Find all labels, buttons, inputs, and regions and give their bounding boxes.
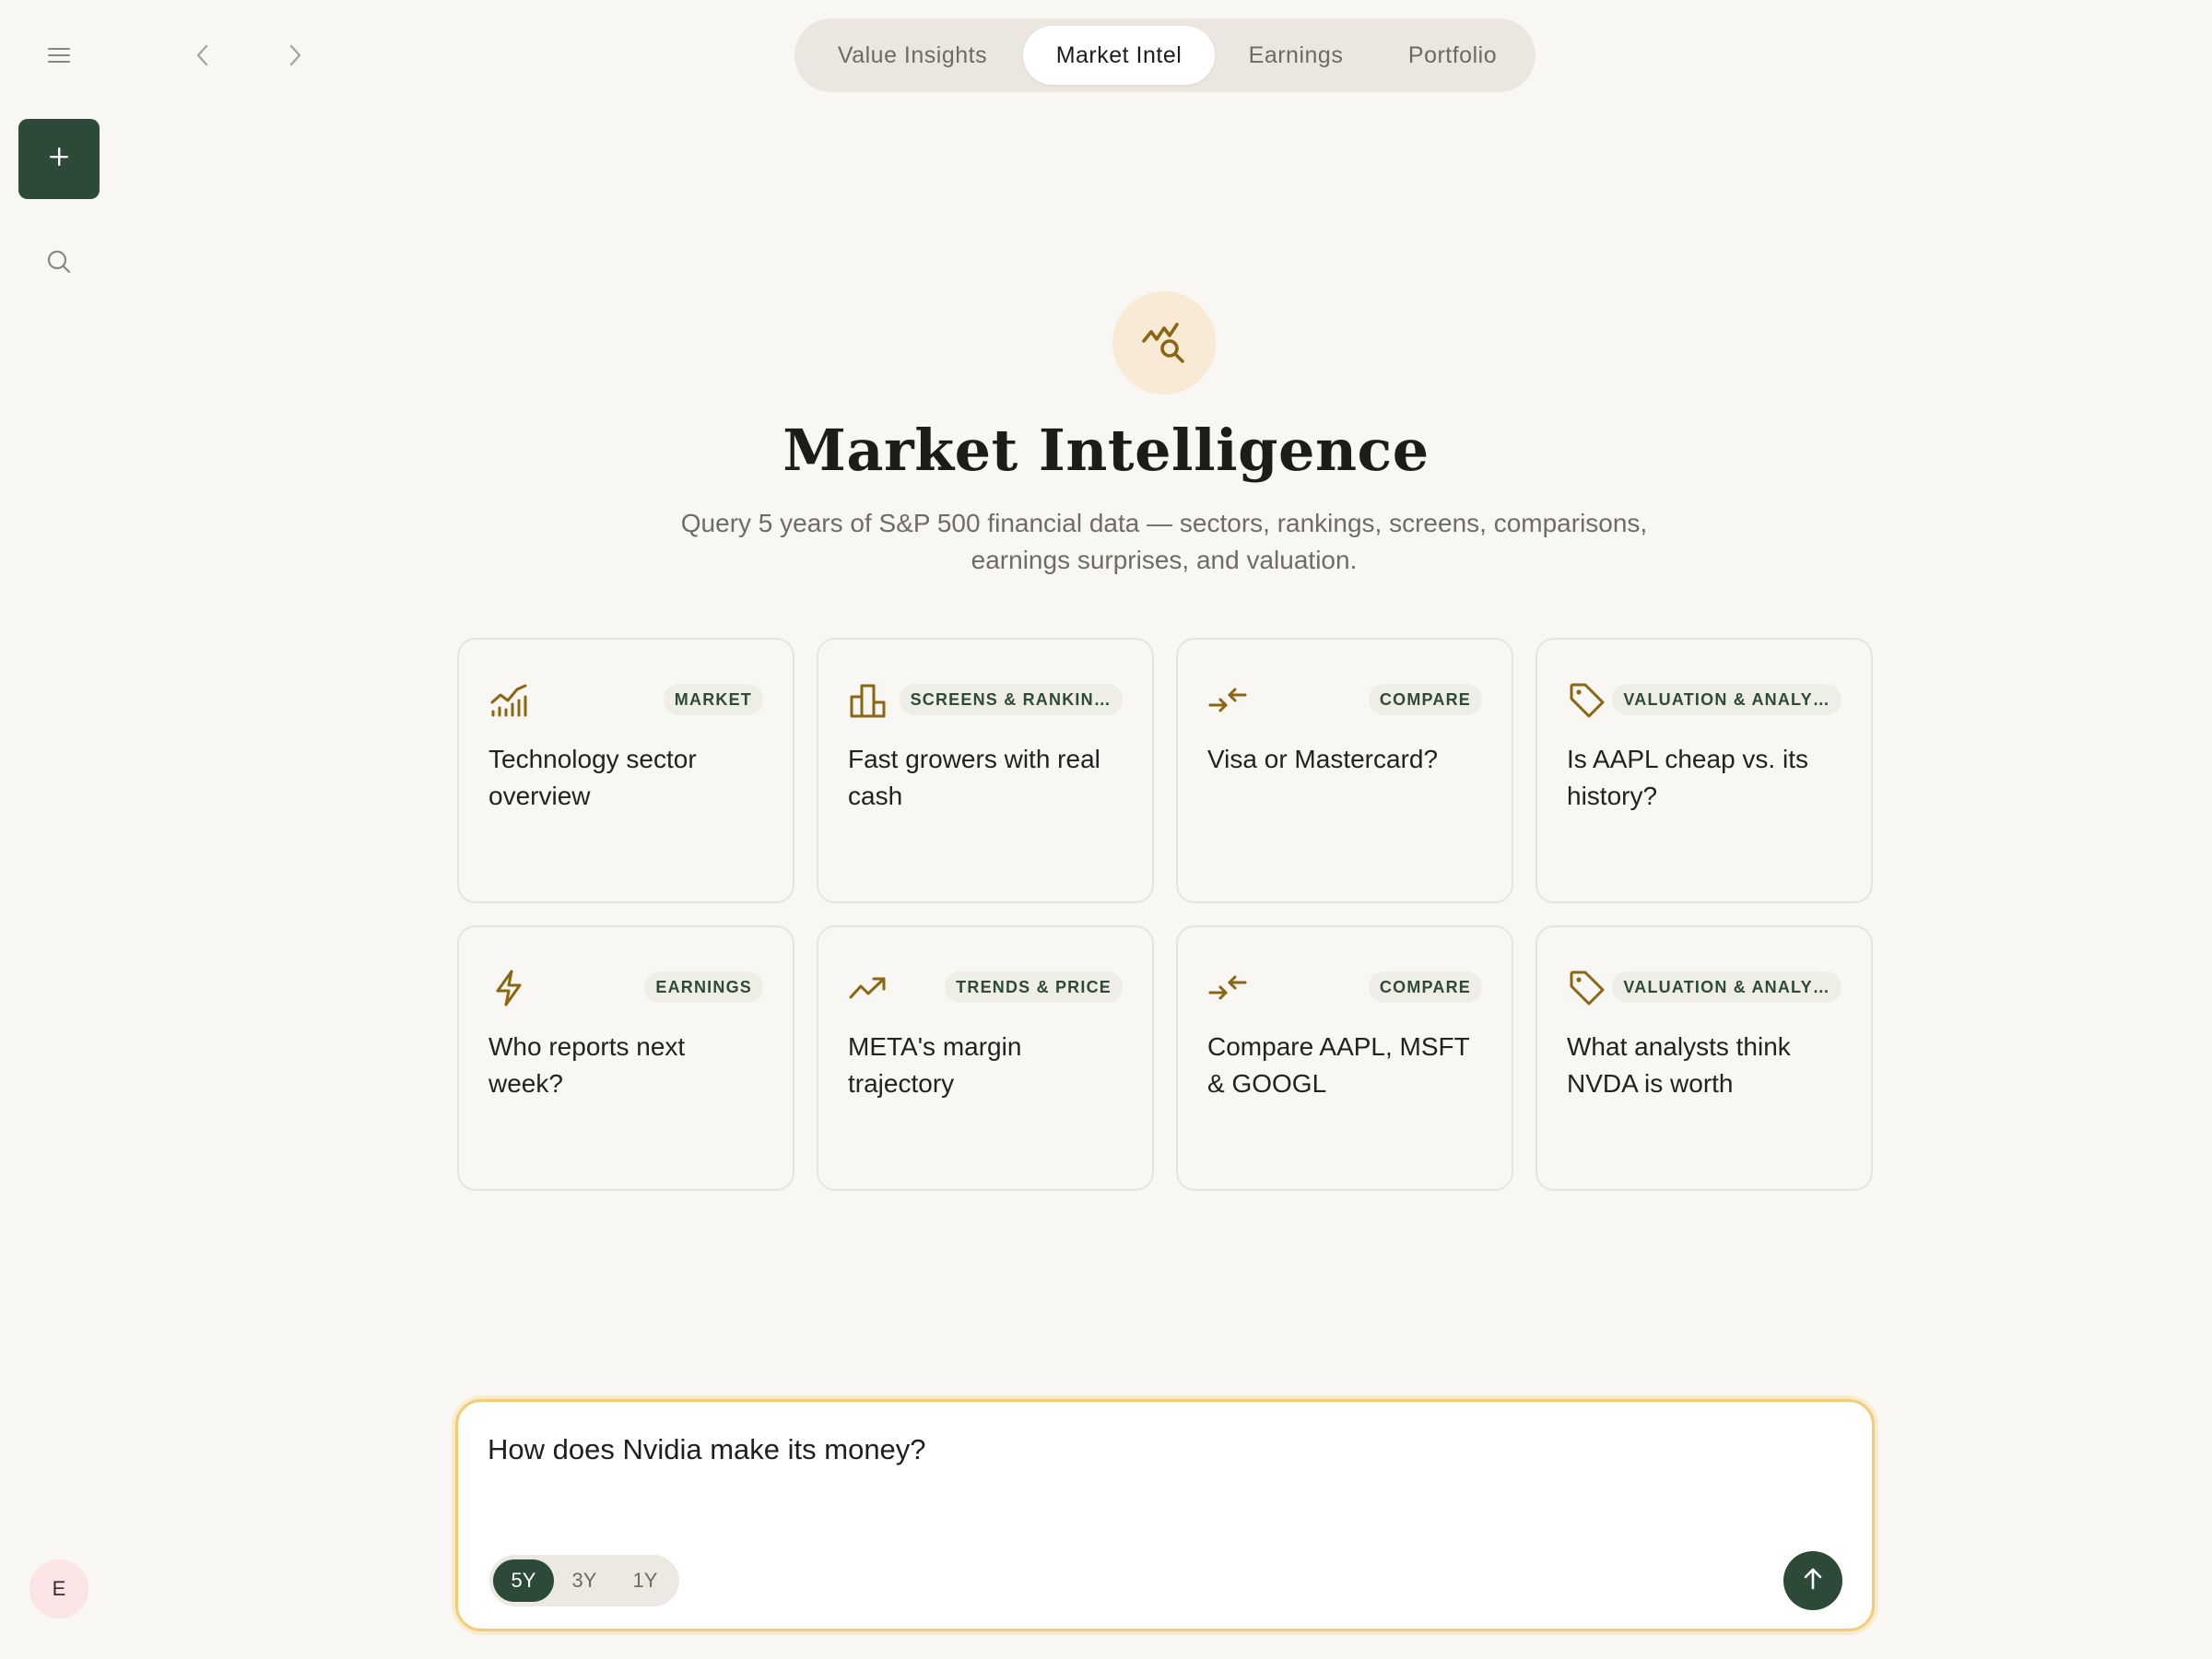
- category-badge: EARNINGS: [644, 971, 763, 1003]
- price-tag-icon: [1567, 968, 1607, 1008]
- range-option-3y[interactable]: 3Y: [554, 1559, 615, 1602]
- suggestion-card[interactable]: COMPARE Compare AAPL, MSFT & GOOGL: [1176, 925, 1513, 1191]
- send-button[interactable]: [1783, 1551, 1842, 1610]
- card-prompt: Is AAPL cheap vs. its history?: [1567, 745, 1808, 810]
- page-subtitle: Query 5 years of S&P 500 financial data …: [680, 509, 1648, 574]
- card-prompt: What analysts think NVDA is worth: [1567, 1032, 1791, 1098]
- suggestion-card[interactable]: MARKET Technology sector overview: [457, 638, 794, 903]
- category-badge: COMPARE: [1368, 684, 1482, 715]
- tab-earnings[interactable]: Earnings: [1215, 26, 1377, 85]
- avatar-initial: E: [52, 1577, 66, 1600]
- avatar[interactable]: E: [29, 1559, 88, 1618]
- arrow-up-icon: [1801, 1566, 1825, 1596]
- search-icon[interactable]: [37, 243, 81, 280]
- category-badge: SCREENS & RANKIN…: [899, 684, 1123, 715]
- sidebar: E: [0, 0, 118, 1659]
- trending-up-icon: [848, 968, 888, 1008]
- card-prompt: Compare AAPL, MSFT & GOOGL: [1207, 1032, 1470, 1098]
- buildings-bar-icon: [848, 680, 888, 721]
- price-tag-icon: [1567, 680, 1607, 721]
- suggestion-card[interactable]: VALUATION & ANALY… What analysts think N…: [1535, 925, 1873, 1191]
- card-prompt: Fast growers with real cash: [848, 745, 1100, 810]
- page-title: Market Intelligence: [782, 417, 1430, 484]
- lightning-icon: [488, 968, 529, 1008]
- suggestion-card[interactable]: EARNINGS Who reports next week?: [457, 925, 794, 1191]
- compare-arrows-icon: [1207, 680, 1248, 721]
- chevron-right-icon[interactable]: [276, 37, 313, 74]
- chat-input[interactable]: How does Nvidia make its money?: [488, 1433, 926, 1466]
- card-prompt: Visa or Mastercard?: [1207, 745, 1439, 773]
- tab-portfolio[interactable]: Portfolio: [1377, 26, 1528, 85]
- tab-bar: Value Insights Market Intel Earnings Por…: [794, 18, 1535, 92]
- bar-chart-trend-icon: [488, 680, 529, 721]
- card-prompt: Who reports next week?: [488, 1032, 686, 1098]
- time-range-toggle: 5Y 3Y 1Y: [489, 1555, 679, 1606]
- app-root: E Value Insights Market Intel Earnings P…: [0, 0, 2212, 1659]
- range-option-5y[interactable]: 5Y: [493, 1559, 554, 1602]
- category-badge: VALUATION & ANALY…: [1612, 684, 1841, 715]
- suggestion-card[interactable]: TRENDS & PRICE META's margin trajectory: [817, 925, 1154, 1191]
- chart-search-icon: [1112, 291, 1216, 394]
- category-badge: COMPARE: [1368, 971, 1482, 1003]
- suggestion-card[interactable]: SCREENS & RANKIN… Fast growers with real…: [817, 638, 1154, 903]
- category-badge: VALUATION & ANALY…: [1612, 971, 1841, 1003]
- tab-value-insights[interactable]: Value Insights: [802, 26, 1023, 85]
- new-chat-button[interactable]: [18, 119, 100, 199]
- suggestion-card[interactable]: COMPARE Visa or Mastercard?: [1176, 638, 1513, 903]
- tab-market-intel[interactable]: Market Intel: [1023, 26, 1215, 85]
- chat-input-box[interactable]: How does Nvidia make its money? 5Y 3Y 1Y: [455, 1399, 1875, 1631]
- range-option-1y[interactable]: 1Y: [615, 1559, 676, 1602]
- plus-icon: [47, 145, 71, 173]
- compare-arrows-icon: [1207, 968, 1248, 1008]
- chevron-left-icon[interactable]: [184, 37, 221, 74]
- category-badge: MARKET: [663, 684, 763, 715]
- card-prompt: META's margin trajectory: [848, 1032, 1022, 1098]
- category-badge: TRENDS & PRICE: [945, 971, 1123, 1003]
- card-prompt: Technology sector overview: [488, 745, 697, 810]
- suggestion-card[interactable]: VALUATION & ANALY… Is AAPL cheap vs. its…: [1535, 638, 1873, 903]
- hamburger-icon[interactable]: [37, 37, 81, 74]
